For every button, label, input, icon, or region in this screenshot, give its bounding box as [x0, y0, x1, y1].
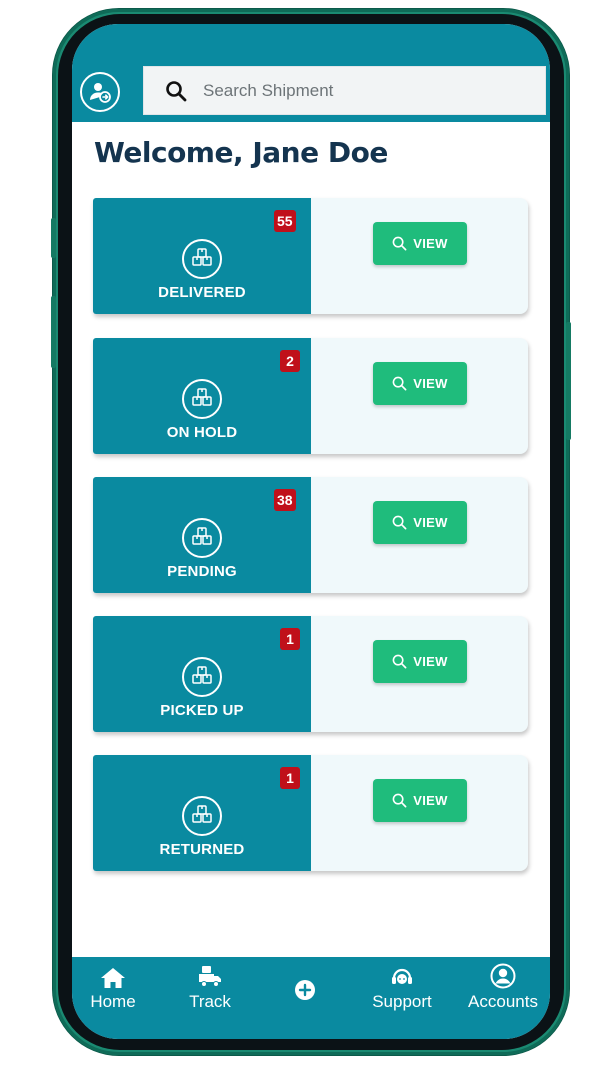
nav-track[interactable]: Track	[184, 963, 236, 1012]
boxes-icon	[182, 796, 222, 836]
boxes-icon	[182, 657, 222, 697]
count-badge: 1	[280, 767, 300, 789]
view-button[interactable]: VIEW	[373, 779, 467, 822]
nav-support[interactable]: Support	[367, 963, 437, 1012]
status-label: PENDING	[167, 563, 237, 580]
status-card-pending: PENDING 38 VIEW	[93, 477, 528, 593]
phone-power-button	[566, 322, 571, 440]
magnifier-icon	[392, 515, 407, 530]
plus-circle-icon	[294, 975, 316, 1001]
nav-accounts[interactable]: Accounts	[463, 963, 543, 1012]
nav-track-label: Track	[189, 992, 231, 1011]
delivery-truck-icon	[197, 963, 223, 989]
welcome-heading: Welcome, Jane Doe	[94, 136, 388, 169]
view-button-label: VIEW	[413, 793, 448, 808]
status-label: RETURNED	[159, 841, 245, 858]
profile-button[interactable]	[80, 72, 120, 112]
status-label: DELIVERED	[158, 284, 246, 301]
status-card-picked-up: PICKED UP 1 VIEW	[93, 616, 528, 732]
user-logout-icon	[88, 80, 112, 104]
view-button-label: VIEW	[413, 236, 448, 251]
count-badge: 55	[274, 210, 296, 232]
magnifier-icon	[392, 376, 407, 391]
magnifier-icon	[392, 236, 407, 251]
phone-volume-button	[51, 296, 56, 368]
bottom-nav: Home Track Support Accounts	[72, 957, 550, 1039]
app-screen: Welcome, Jane Doe DELIVERED 55 VIEW ON H…	[72, 24, 550, 1039]
view-button[interactable]: VIEW	[373, 362, 467, 405]
view-button[interactable]: VIEW	[373, 501, 467, 544]
view-button-label: VIEW	[413, 654, 448, 669]
count-badge: 1	[280, 628, 300, 650]
search-icon	[165, 80, 187, 102]
user-circle-icon	[490, 963, 516, 989]
boxes-icon	[182, 239, 222, 279]
magnifier-icon	[392, 654, 407, 669]
status-card-on-hold: ON HOLD 2 VIEW	[93, 338, 528, 454]
nav-support-label: Support	[372, 992, 432, 1011]
search-bar[interactable]	[143, 66, 546, 115]
status-card-delivered: DELIVERED 55 VIEW	[93, 198, 528, 314]
count-badge: 38	[274, 489, 296, 511]
nav-home-label: Home	[90, 992, 136, 1011]
status-card-returned: RETURNED 1 VIEW	[93, 755, 528, 871]
view-button-label: VIEW	[413, 376, 448, 391]
status-label: PICKED UP	[160, 702, 244, 719]
headset-icon	[390, 963, 414, 989]
top-bar	[72, 24, 550, 122]
magnifier-icon	[392, 793, 407, 808]
count-badge: 2	[280, 350, 300, 372]
phone-volume-button	[51, 218, 56, 258]
nav-accounts-label: Accounts	[468, 992, 538, 1011]
nav-add[interactable]	[292, 975, 318, 1001]
view-button-label: VIEW	[413, 515, 448, 530]
status-label: ON HOLD	[166, 424, 238, 441]
home-icon	[100, 963, 126, 989]
status-card-panel: RETURNED	[93, 755, 311, 871]
status-card-panel: PICKED UP	[93, 616, 311, 732]
status-card-panel: ON HOLD	[93, 338, 311, 454]
view-button[interactable]: VIEW	[373, 640, 467, 683]
boxes-icon	[182, 379, 222, 419]
search-input[interactable]	[203, 67, 545, 114]
view-button[interactable]: VIEW	[373, 222, 467, 265]
boxes-icon	[182, 518, 222, 558]
nav-home[interactable]: Home	[86, 963, 140, 1012]
